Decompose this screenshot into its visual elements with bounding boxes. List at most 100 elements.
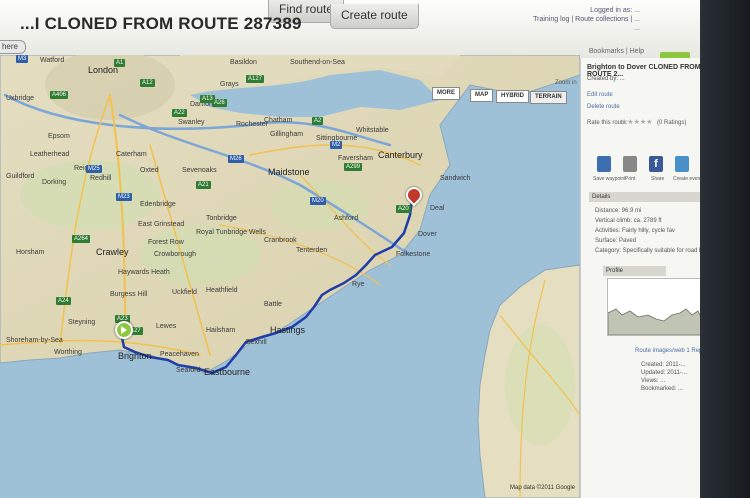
map-label-swanley: Swanley	[178, 119, 205, 126]
map-label-worthing: Worthing	[54, 349, 82, 356]
share-label-save[interactable]: Save waypoint	[593, 176, 626, 182]
road-a12: A12	[140, 79, 155, 87]
map-label-bexhill: Bexhill	[246, 339, 267, 346]
map-label-crowborough: Crowborough	[154, 251, 197, 258]
meta-bookmarked: Bookmarked: ...	[641, 386, 684, 392]
save-waypoint-icon[interactable]	[597, 156, 611, 172]
account-link-1[interactable]: Logged in as: ...	[533, 6, 640, 15]
map-label-maidstone: Maidstone	[268, 167, 310, 177]
share-label-share[interactable]: Share	[651, 176, 664, 182]
map-ctrl-terrain[interactable]: TERRAIN	[530, 91, 567, 104]
map-label-watford: Watford	[40, 57, 65, 64]
map-label-deal: Deal	[430, 205, 445, 212]
road-m23: M23	[116, 193, 132, 201]
map-label-east-grinstead: East Grinstead	[138, 221, 185, 228]
map-ctrl-map[interactable]: MAP	[470, 89, 494, 102]
detail-distance: Distance: 96.9 mi	[595, 208, 642, 214]
map-label-uckfield: Uckfield	[172, 289, 197, 296]
road-a406: A406	[50, 91, 69, 99]
print-icon[interactable]	[623, 156, 637, 172]
map-label-dorking: Dorking	[42, 179, 67, 186]
ratings-count: (0 Ratings)	[657, 120, 687, 126]
elevation-profile	[607, 278, 703, 336]
here-button[interactable]: here	[0, 40, 26, 54]
map-label-tonbridge: Tonbridge	[206, 215, 237, 222]
road-m25: M25	[86, 165, 102, 173]
page-title: ...I CLONED FROM ROUTE 287389	[20, 14, 302, 33]
account-link-2[interactable]: Training log | Route collections | ...	[533, 15, 640, 24]
share-label-event[interactable]: Create event	[673, 176, 702, 182]
map-attribution: Map data ©2011 Google	[510, 485, 576, 491]
map-label-caterham: Caterham	[116, 151, 147, 158]
map-label-chatham: Chatham	[264, 117, 293, 124]
route-images-link[interactable]: Route images/web 1 Report	[635, 348, 709, 354]
meta-updated: Updated: 2011-...	[641, 370, 687, 376]
edit-route-link[interactable]: Edit route	[587, 92, 613, 98]
map-label-cranbrook: Cranbrook	[264, 237, 297, 244]
map-label-brighton: Brighton	[118, 351, 152, 361]
delete-route-link[interactable]: Delete route	[587, 104, 620, 110]
map-label-forest-row: Forest Row	[148, 239, 184, 246]
road-a1: A1	[114, 59, 126, 67]
map-label-haywards-heath: Haywards Heath	[118, 269, 170, 276]
map-label-basildon: Basildon	[230, 59, 257, 66]
account-link-3[interactable]: ...	[533, 24, 640, 33]
route-start-marker[interactable]	[115, 321, 133, 339]
meta-created: Created: 2011-...	[641, 362, 686, 368]
road-a299: A299	[344, 163, 363, 171]
star-icon[interactable]: ★	[646, 119, 652, 126]
rating-stars[interactable]: ★★★★★	[621, 118, 652, 126]
road-a2: A2	[312, 117, 324, 125]
map-label-hastings: Hastings	[270, 325, 306, 335]
map-label-redhill: Redhill	[90, 175, 112, 182]
account-links[interactable]: Logged in as: ... Training log | Route c…	[533, 6, 640, 33]
zoom-link[interactable]: Zoom in	[555, 80, 577, 86]
map-label-epsom: Epsom	[48, 133, 70, 140]
share-label-print[interactable]: Print	[625, 176, 635, 182]
map-label-whitstable: Whitstable	[356, 127, 389, 134]
road-a24: A24	[56, 297, 71, 305]
map-ctrl-hybrid[interactable]: HYBRID	[496, 90, 530, 103]
map-label-uxbridge: Uxbridge	[6, 95, 35, 102]
map-label-gillingham: Gillingham	[270, 131, 304, 138]
map-label-ashford: Ashford	[334, 215, 359, 222]
road-m26: M26	[228, 155, 244, 163]
map-label-peacehaven: Peacehaven	[160, 351, 199, 358]
map-label-southend: Southend-on-Sea	[290, 59, 345, 66]
map-label-seaford: Seaford	[176, 367, 201, 374]
map-ctrl-more[interactable]: MORE	[432, 87, 460, 100]
map-label-oxted: Oxted	[140, 167, 159, 174]
detail-activities: Activities: Fairly hilly, cycle fav	[595, 228, 675, 234]
map-label-heathfield: Heathfield	[206, 287, 238, 294]
map-label-grays: Grays	[220, 81, 239, 88]
site-header: Find route Create route ...I CLONED FROM…	[0, 0, 700, 62]
map-label-shoreham: Shoreham-by-Sea	[6, 337, 63, 344]
map-label-crawley: Crawley	[96, 247, 129, 257]
road-a264: A264	[72, 235, 91, 243]
map-label-edenbridge: Edenbridge	[140, 201, 176, 208]
tab-create-route[interactable]: Create route	[330, 4, 419, 29]
route-sidebar: Brighton to Dover CLONED FROM ROUTE 2...…	[580, 58, 711, 498]
bookmarks-help-links[interactable]: Bookmarks | Help	[589, 48, 644, 55]
map-label-horsham: Horsham	[16, 249, 45, 256]
elevation-header[interactable]: Profile	[603, 266, 666, 276]
detail-climb: Vertical climb: ca. 2789 ft	[595, 218, 662, 224]
map-label-sandwich: Sandwich	[440, 175, 471, 182]
map-label-rye: Rye	[352, 281, 365, 288]
map-label-battle: Battle	[264, 301, 282, 308]
map-label-faversham: Faversham	[338, 155, 374, 162]
map-label-steyning: Steyning	[68, 319, 96, 326]
route-map[interactable]: London Crawley Brighton Eastbourne Hasti…	[0, 55, 580, 498]
detail-category: Category: Specifically suitable for road…	[595, 248, 711, 254]
map-label-dover: Dover	[418, 231, 437, 238]
road-m20: M20	[310, 197, 326, 205]
map-label-leatherhead: Leatherhead	[30, 151, 70, 158]
road-a21: A21	[196, 181, 211, 189]
facebook-share-icon[interactable]: f	[649, 156, 663, 172]
create-event-icon[interactable]	[675, 156, 689, 172]
map-label-canterbury: Canterbury	[378, 150, 423, 160]
map-label-sevenoaks: Sevenoaks	[182, 167, 217, 174]
map-label-rochester: Rochester	[236, 121, 268, 128]
road-m3: M3	[16, 55, 29, 63]
map-label-guildford: Guildford	[6, 173, 35, 180]
